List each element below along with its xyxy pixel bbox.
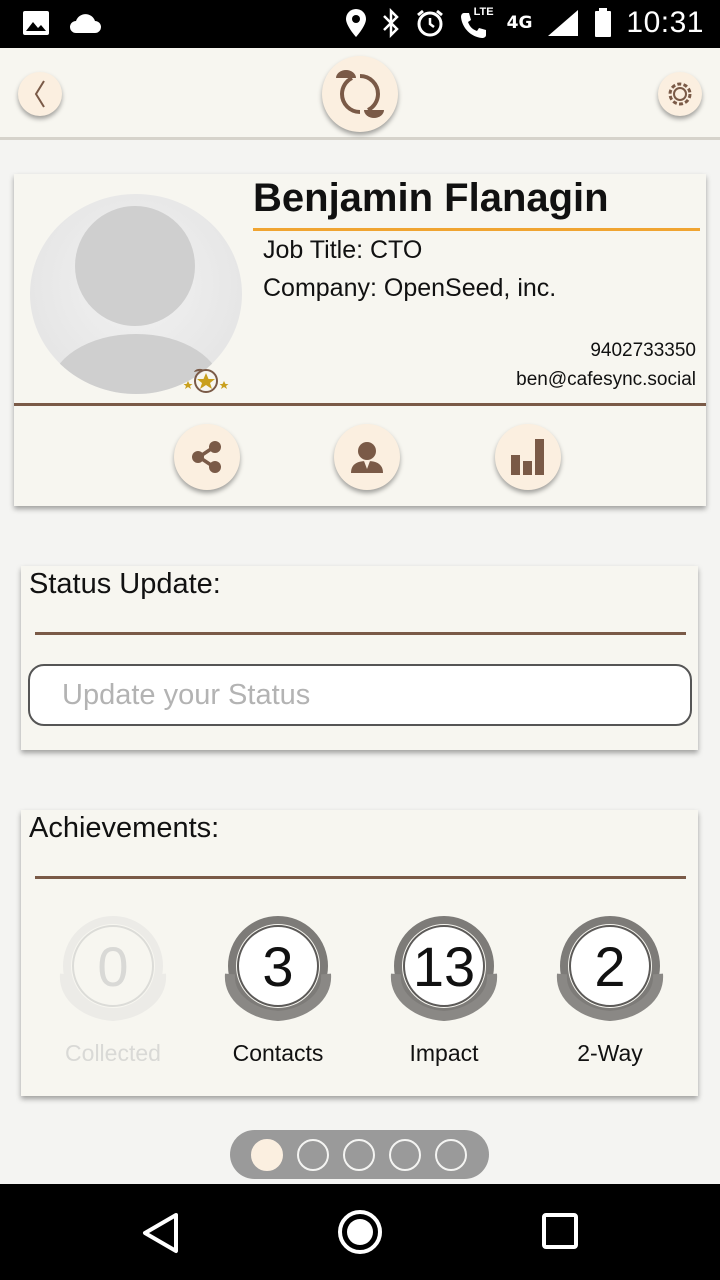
share-icon <box>192 441 221 473</box>
achievement-label: 2-Way <box>577 1040 643 1066</box>
recents-nav-icon[interactable] <box>541 1212 579 1250</box>
clock: 10:31 <box>626 6 704 39</box>
page-indicator <box>230 1130 489 1179</box>
achievements-divider <box>35 876 686 879</box>
location-icon <box>345 9 366 37</box>
lte-label: LTE <box>472 6 495 18</box>
navigation-bar <box>0 1184 720 1280</box>
cafesync-logo-button[interactable] <box>322 56 398 132</box>
battery-icon <box>595 8 612 37</box>
gear-icon <box>668 82 692 106</box>
stats-button[interactable] <box>495 424 561 490</box>
cloud-icon <box>70 14 101 33</box>
achievement-label: Collected <box>65 1040 161 1066</box>
back-button[interactable] <box>18 72 62 116</box>
achievement-contacts[interactable]: 3 Contacts <box>218 914 338 1074</box>
email-address[interactable]: ben@cafesync.social <box>516 369 696 391</box>
page-dot-5[interactable] <box>435 1139 467 1171</box>
achievement-label: Impact <box>409 1040 479 1066</box>
achievements-title: Achievements: <box>29 812 220 844</box>
status-update-card: Status Update: <box>21 566 698 750</box>
achievement-value: 13 <box>412 935 476 998</box>
page-dot-3[interactable] <box>343 1139 375 1171</box>
achievement-value: 2 <box>594 935 626 998</box>
settings-button[interactable] <box>658 72 702 116</box>
signal-icon <box>548 10 579 36</box>
status-update-divider <box>35 632 686 635</box>
status-bar: LTE 4G 10:31 <box>0 0 720 48</box>
status-input[interactable] <box>28 664 692 726</box>
job-title: Job Title: CTO <box>263 236 423 264</box>
image-icon <box>23 11 49 35</box>
company: Company: OpenSeed, inc. <box>263 274 557 302</box>
achievements-card: Achievements: 0 Collected 3 Contacts 13 … <box>21 810 698 1096</box>
achievement-impact[interactable]: 13 Impact <box>384 914 504 1074</box>
home-nav-icon[interactable] <box>337 1209 383 1255</box>
page-dot-1[interactable] <box>251 1139 283 1171</box>
contact-icon <box>351 442 383 473</box>
profile-name: Benjamin Flanagin <box>253 176 609 220</box>
back-nav-icon[interactable] <box>140 1212 180 1254</box>
share-button[interactable] <box>174 424 240 490</box>
achievement-value: 0 <box>97 935 129 998</box>
app-bar <box>0 48 720 140</box>
profile-card: Benjamin Flanagin Job Title: CTO Company… <box>14 174 706 506</box>
cafesync-logo-icon <box>336 70 384 118</box>
avatar-head-shape <box>75 206 195 326</box>
phone-number[interactable]: 9402733350 <box>590 340 696 362</box>
card-divider <box>14 403 706 406</box>
achievement-label: Contacts <box>232 1040 324 1066</box>
lte-call-icon: LTE <box>459 6 495 38</box>
page-dot-2[interactable] <box>297 1139 329 1171</box>
status-update-title: Status Update: <box>29 568 221 600</box>
stats-icon <box>511 439 544 475</box>
achievement-collected[interactable]: 0 Collected <box>53 914 173 1074</box>
achievement-value: 3 <box>262 935 294 998</box>
badge-icon <box>183 368 229 393</box>
achievement-two-way[interactable]: 2 2-Way <box>550 914 670 1074</box>
alarm-icon <box>416 9 443 37</box>
contact-button[interactable] <box>334 424 400 490</box>
bluetooth-icon <box>382 8 399 38</box>
back-icon <box>34 80 45 108</box>
page-dot-4[interactable] <box>389 1139 421 1171</box>
network-type: 4G <box>506 13 533 33</box>
name-underline <box>253 228 700 231</box>
